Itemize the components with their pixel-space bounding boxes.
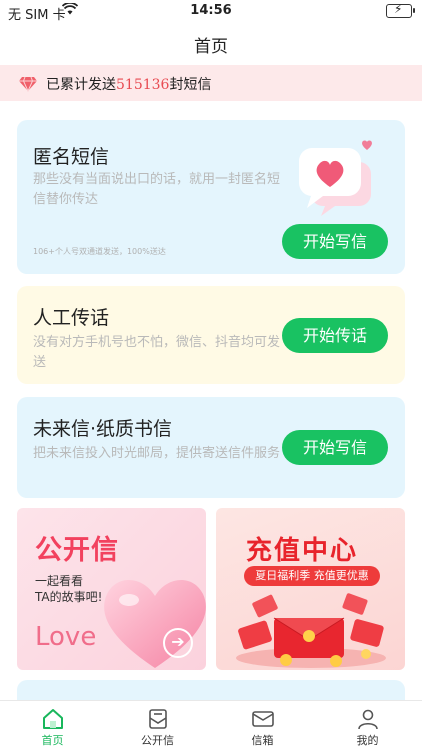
- tab-label: 我的: [356, 734, 379, 747]
- tab-label: 信箱: [251, 734, 274, 747]
- tab-label: 公开信: [141, 734, 174, 747]
- red-envelope-gift-icon: [226, 588, 396, 670]
- anonymous-sms-card[interactable]: 匿名短信 那些没有当面说出口的话，就用一封匿名短信替你传达 106+个人号双通道…: [17, 120, 405, 274]
- page-title: 首页: [194, 37, 228, 57]
- card-title: 人工传话: [33, 307, 110, 329]
- start-letter-button[interactable]: 开始写信: [282, 430, 388, 465]
- tab-profile[interactable]: 我的: [315, 701, 420, 751]
- notice-prefix: 已累计发送: [46, 77, 116, 93]
- bottom-tab-bar: 首页 公开信 信箱 我的: [0, 700, 422, 751]
- start-writing-button[interactable]: 开始写信: [282, 224, 388, 259]
- card-title: 匿名短信: [33, 146, 110, 168]
- tab-home[interactable]: 首页: [0, 701, 105, 751]
- open-letter-icon: [146, 707, 170, 735]
- clock: 14:56: [190, 3, 232, 18]
- tab-open-letter[interactable]: 公开信: [105, 701, 210, 751]
- banner-love-word: Love: [35, 622, 97, 652]
- home-icon: [41, 707, 65, 735]
- notice-text: 已累计发送515136封短信: [46, 74, 211, 94]
- open-letter-banner[interactable]: 公开信 一起看看 TA的故事吧! Love ➔: [17, 508, 206, 670]
- notice-suffix: 封短信: [169, 77, 212, 93]
- tab-mailbox[interactable]: 信箱: [210, 701, 315, 751]
- battery-icon: ⚡: [386, 2, 415, 18]
- card-description: 把未来信投入时光邮局，提供寄送信件服务: [33, 446, 281, 461]
- banner-title: 充值中心: [246, 536, 359, 566]
- card-description: 那些没有当面说出口的话，就用一封匿名短信替你传达: [33, 172, 281, 207]
- profile-icon: [356, 707, 380, 735]
- card-footnote: 106+个人号双通道发送，100%送达: [33, 247, 166, 256]
- banner-line-2: TA的故事吧!: [35, 590, 103, 604]
- banner-title: 公开信: [35, 535, 119, 566]
- arrow-right-icon[interactable]: ➔: [163, 628, 193, 658]
- sent-count-notice: 已累计发送515136封短信: [0, 65, 422, 101]
- banner-tagline: 夏日福利季 充值更优惠: [244, 566, 380, 586]
- diamond-icon: [18, 76, 38, 96]
- recharge-center-banner[interactable]: 充值中心 夏日福利季 充值更优惠: [216, 508, 405, 670]
- mailbox-icon: [251, 707, 275, 735]
- message-heart-icon: [295, 140, 377, 224]
- future-letter-card[interactable]: 未来信·纸质书信 把未来信投入时光邮局，提供寄送信件服务 开始写信: [17, 397, 405, 498]
- next-card-peek: [17, 680, 405, 700]
- tab-label: 首页: [41, 734, 64, 747]
- heart-illustration-icon: [95, 570, 206, 670]
- manual-relay-card[interactable]: 人工传话 没有对方手机号也不怕，微信、抖音均可发送 开始传话: [17, 286, 405, 384]
- sent-count: 515136: [116, 77, 170, 93]
- status-bar: 无 SIM 卡 14:56 ⚡: [0, 0, 422, 24]
- card-description: 没有对方手机号也不怕，微信、抖音均可发送: [33, 335, 281, 370]
- start-relay-button[interactable]: 开始传话: [282, 318, 388, 353]
- card-title: 未来信·纸质书信: [33, 418, 173, 440]
- banner-line-1: 一起看看: [35, 574, 84, 588]
